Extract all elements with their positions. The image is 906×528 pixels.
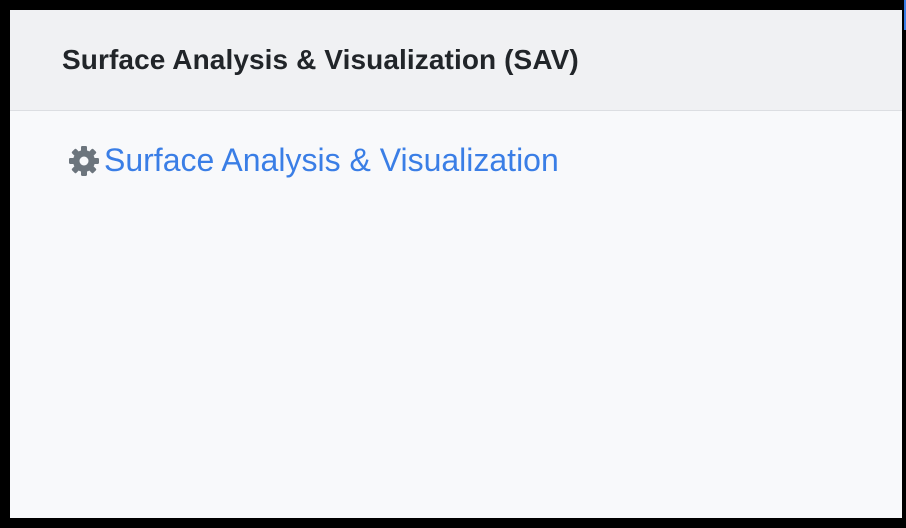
card-title: Surface Analysis & Visualization (SAV) [62, 44, 579, 75]
gear-icon [66, 143, 102, 179]
surface-analysis-link[interactable]: Surface Analysis & Visualization [66, 142, 559, 179]
card-body: Surface Analysis & Visualization [10, 112, 902, 518]
tool-card: Surface Analysis & Visualization (SAV) S… [0, 0, 906, 528]
card-header: Surface Analysis & Visualization (SAV) [10, 10, 902, 111]
surface-analysis-link-label: Surface Analysis & Visualization [104, 142, 559, 178]
